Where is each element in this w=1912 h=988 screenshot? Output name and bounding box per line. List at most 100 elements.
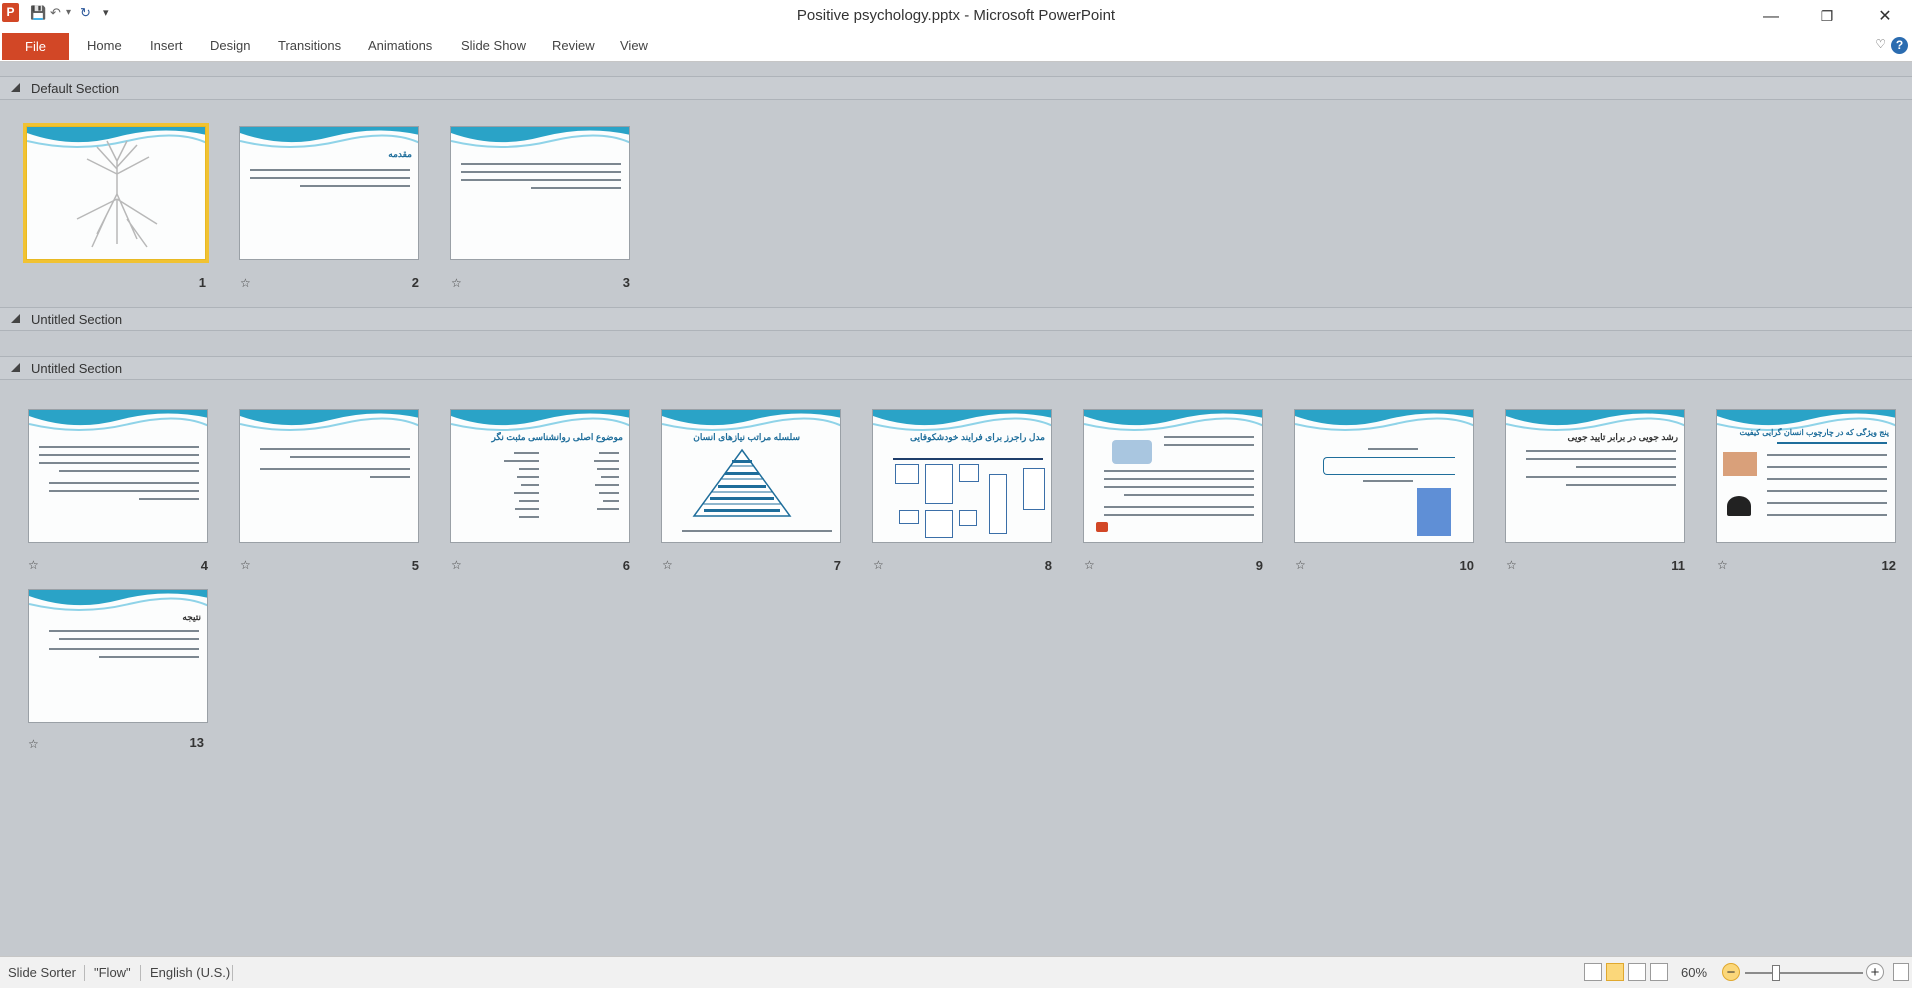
slide-thumbnail-2[interactable]: مقدمه — [239, 126, 419, 260]
transition-icon[interactable]: ☆ — [240, 276, 251, 290]
language-indicator[interactable]: English (U.S.) — [150, 965, 230, 980]
text-line — [461, 171, 621, 173]
text-line — [49, 648, 199, 650]
slide-thumbnail-6[interactable]: موضوع اصلی روانشناسی مثبت نگر — [450, 409, 630, 543]
text-line — [1164, 444, 1254, 446]
text-line — [597, 468, 619, 470]
wave-decoration — [873, 410, 1051, 431]
slide-number: 12 — [1881, 558, 1896, 573]
fit-to-window-icon[interactable] — [1893, 963, 1909, 981]
tab-insert[interactable]: Insert — [150, 38, 183, 53]
text-line — [514, 452, 539, 454]
text-line — [59, 638, 199, 640]
section-header-default[interactable]: Default Section — [0, 76, 1912, 100]
text-line — [300, 185, 410, 187]
slide-thumbnail-5[interactable] — [239, 409, 419, 543]
slide-title: نتیجه — [182, 612, 201, 622]
tab-view[interactable]: View — [620, 38, 648, 53]
transition-icon[interactable]: ☆ — [28, 737, 39, 751]
tree-roots-image — [76, 140, 158, 248]
title-bar: P 💾 ↶ ▾ ↻ ▾ Positive psychology.pptx - M… — [0, 0, 1912, 33]
slide-title: مقدمه — [388, 149, 412, 159]
tab-animations[interactable]: Animations — [368, 38, 432, 53]
transition-icon[interactable]: ☆ — [1084, 558, 1095, 572]
flow-box — [899, 510, 919, 524]
minimize-ribbon-icon[interactable]: ♡ — [1875, 37, 1886, 51]
text-line — [1767, 466, 1887, 468]
zoom-out-button[interactable]: − — [1722, 963, 1740, 981]
text-line — [461, 179, 621, 181]
text-line — [39, 462, 199, 464]
transition-icon[interactable]: ☆ — [451, 558, 462, 572]
slide-number: 1 — [198, 275, 206, 290]
section-header-untitled-2[interactable]: Untitled Section — [0, 356, 1912, 380]
collapse-triangle-icon[interactable] — [11, 314, 20, 323]
transition-icon[interactable]: ☆ — [662, 558, 673, 572]
text-line — [597, 508, 619, 510]
text-line — [1526, 458, 1676, 460]
text-line — [519, 468, 539, 470]
slide-number: 4 — [200, 558, 208, 573]
slide-number: 7 — [833, 558, 841, 573]
slide-thumbnail-10[interactable] — [1294, 409, 1474, 543]
text-line — [290, 456, 410, 458]
text-line — [504, 460, 539, 462]
transition-icon[interactable]: ☆ — [1506, 558, 1517, 572]
minimize-button[interactable]: — — [1748, 0, 1794, 33]
tab-review[interactable]: Review — [552, 38, 595, 53]
slide-title: سلسله مراتب نیازهای انسان — [693, 432, 800, 442]
text-line — [49, 630, 199, 632]
collapse-triangle-icon[interactable] — [11, 363, 20, 372]
file-tab[interactable]: File — [2, 33, 69, 60]
slide-show-view-icon[interactable] — [1650, 963, 1668, 981]
slide-number: 9 — [1255, 558, 1263, 573]
zoom-slider-track[interactable] — [1745, 972, 1863, 974]
section-header-untitled-1[interactable]: Untitled Section — [0, 307, 1912, 331]
text-line — [1566, 484, 1676, 486]
transition-icon[interactable]: ☆ — [240, 558, 251, 572]
text-line — [682, 530, 832, 532]
ribbon-tabs: File Home Insert Design Transitions Anim… — [0, 33, 1912, 62]
zoom-level[interactable]: 60% — [1681, 965, 1707, 980]
separator — [140, 965, 141, 981]
text-line — [370, 476, 410, 478]
tab-transitions[interactable]: Transitions — [278, 38, 341, 53]
text-line — [594, 460, 619, 462]
hands-image — [1723, 452, 1757, 476]
help-icon[interactable]: ? — [1891, 37, 1908, 54]
reading-view-icon[interactable] — [1628, 963, 1646, 981]
slide-thumbnail-7[interactable]: سلسله مراتب نیازهای انسان — [661, 409, 841, 543]
slide-thumbnail-8[interactable]: مدل راجرز برای فرایند خودشکوفایی — [872, 409, 1052, 543]
transition-icon[interactable]: ☆ — [1717, 558, 1728, 572]
section-name: Untitled Section — [31, 361, 123, 376]
transition-icon[interactable]: ☆ — [873, 558, 884, 572]
close-button[interactable]: ✕ — [1862, 0, 1908, 33]
slide-thumbnail-13[interactable]: نتیجه — [28, 589, 208, 723]
slide-thumbnail-1[interactable] — [23, 123, 209, 263]
tab-design[interactable]: Design — [210, 38, 250, 53]
slide-thumbnail-11[interactable]: رشد جویی در برابر تایید جویی — [1505, 409, 1685, 543]
zoom-in-button[interactable]: + — [1866, 963, 1884, 981]
slide-title: رشد جویی در برابر تایید جویی — [1567, 432, 1678, 442]
text-line — [260, 468, 410, 470]
zoom-slider-thumb[interactable] — [1772, 965, 1780, 981]
small-image — [1096, 522, 1108, 532]
slide-sorter-view-icon[interactable] — [1606, 963, 1624, 981]
normal-view-icon[interactable] — [1584, 963, 1602, 981]
flow-box — [959, 464, 979, 482]
transition-icon[interactable]: ☆ — [1295, 558, 1306, 572]
text-line — [1526, 476, 1676, 478]
restore-button[interactable]: ❐ — [1804, 0, 1850, 33]
flow-box — [989, 474, 1007, 534]
slide-thumbnail-4[interactable] — [28, 409, 208, 543]
flow-line — [893, 458, 1043, 460]
slide-thumbnail-12[interactable]: پنج ویژگی که در چارچوب انسان گرایی کیفیت — [1716, 409, 1896, 543]
view-indicator: Slide Sorter — [8, 965, 76, 980]
slide-thumbnail-3[interactable] — [450, 126, 630, 260]
tab-home[interactable]: Home — [87, 38, 122, 53]
tab-slide-show[interactable]: Slide Show — [461, 38, 526, 53]
transition-icon[interactable]: ☆ — [451, 276, 462, 290]
collapse-triangle-icon[interactable] — [11, 83, 20, 92]
slide-thumbnail-9[interactable] — [1083, 409, 1263, 543]
transition-icon[interactable]: ☆ — [28, 558, 39, 572]
